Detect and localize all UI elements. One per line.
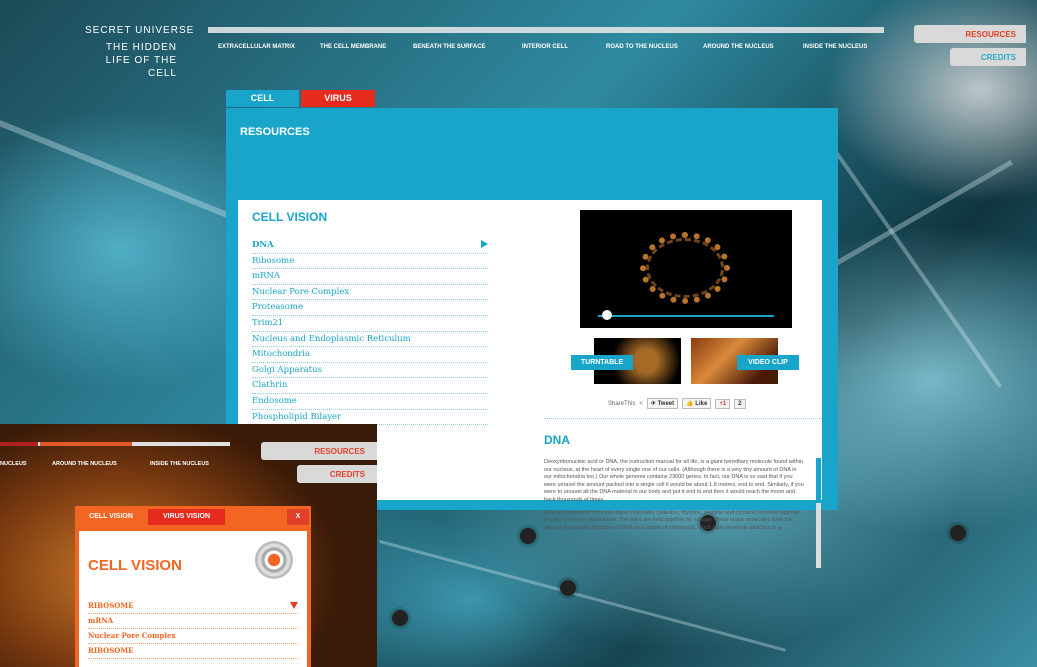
list-item-label: Trim21 <box>252 317 284 328</box>
nav-item-interior-cell[interactable]: INTERIOR CELL <box>522 44 568 50</box>
list-item-label: Endosome <box>252 395 297 406</box>
nav-item-around-nucleus[interactable]: AROUND THE NUCLEUS <box>703 44 774 50</box>
overlay-title: CELL VISION <box>88 557 182 574</box>
list-item-label: Nuclear Pore Complex <box>252 286 350 297</box>
list-item[interactable]: mRNA <box>252 269 488 285</box>
twitter-icon: ✈ <box>650 401 656 407</box>
virus-particle-icon <box>950 525 966 541</box>
panel-title: RESOURCES <box>240 126 310 138</box>
overlay-list-item[interactable]: Nuclear Pore Complex <box>88 629 298 644</box>
overlay-nav-item[interactable]: INSIDE THE NUCLEUS <box>150 461 209 467</box>
tweet-button[interactable]: ✈ Tweet <box>646 398 679 409</box>
app-logo[interactable]: SECRET UNIVERSE THE HIDDEN LIFE OF THE C… <box>85 24 194 80</box>
list-item-label: mRNA <box>252 271 281 282</box>
list-item[interactable]: Endosome <box>252 394 488 410</box>
list-item[interactable]: Ribosome <box>252 254 488 270</box>
gplus-button[interactable]: +1 <box>715 398 731 409</box>
thumbs-up-icon: 👍 <box>686 401 694 407</box>
list-item[interactable]: Trim21 <box>252 316 488 332</box>
scrollbar-thumb[interactable] <box>816 458 821 503</box>
play-icon <box>481 240 488 248</box>
list-item[interactable]: Nuclear Pore Complex <box>252 285 488 301</box>
list-item-label: Phospholipid Bilayer <box>252 411 342 422</box>
nav-item-road-to-nucleus[interactable]: ROAD TO THE NUCLEUS <box>606 44 678 50</box>
detail-title: DNA <box>544 433 570 447</box>
logo-line-1: SECRET UNIVERSE <box>85 25 195 36</box>
list-item-label: Golgi Apparatus <box>252 364 322 375</box>
overlay-nav-item[interactable]: NUCLEUS <box>0 461 27 467</box>
overlay-nav-item[interactable]: AROUND THE NUCLEUS <box>52 461 117 467</box>
overlay-progress-fill <box>0 442 38 446</box>
turntable-button[interactable]: TURNTABLE <box>571 355 633 370</box>
share-icon: < <box>639 400 643 407</box>
virus-particle-icon <box>520 528 536 544</box>
overlay-tab-virus-vision[interactable]: VIRUS VISION <box>148 509 225 525</box>
list-item[interactable]: Proteasome <box>252 300 488 316</box>
video-player[interactable] <box>580 210 792 328</box>
chevron-down-icon[interactable] <box>290 602 298 609</box>
virus-particle-icon <box>560 580 576 596</box>
nav-item-inside-nucleus[interactable]: INSIDE THE NUCLEUS <box>803 44 867 50</box>
list-item-dna[interactable]: DNA <box>252 238 488 254</box>
background-fiber <box>379 540 786 652</box>
overlay-list-item[interactable]: RIBOSOME <box>88 599 298 614</box>
nav-item-beneath-surface[interactable]: BENEATH THE SURFACE <box>413 44 486 50</box>
like-button[interactable]: 👍 Like <box>682 398 712 409</box>
share-count: 2 <box>734 398 746 409</box>
detail-paragraph: DNA is constructed from four base molecu… <box>544 509 800 531</box>
logo-line-2: THE HIDDEN LIFE OF THE CELL <box>105 42 177 79</box>
credits-button[interactable]: CREDITS <box>950 48 1026 66</box>
nav-item-extracellular-matrix[interactable]: EXTRACELLULAR MATRIX <box>218 44 295 50</box>
list-item-label: RIBOSOME <box>88 646 134 655</box>
list-item[interactable]: Clathrin <box>252 378 488 394</box>
chapter-progress-bar[interactable] <box>208 27 884 33</box>
tab-cell[interactable]: CELL <box>226 90 299 107</box>
list-item-label: DNA <box>252 240 274 250</box>
list-item-label: mRNA <box>88 616 114 625</box>
detail-paragraph: Deoxyribonucleic acid or DNA, the instru… <box>544 459 804 503</box>
resource-list: DNA Ribosome mRNA Nuclear Pore Complex P… <box>252 238 488 426</box>
overlay-content: CELL VISION RIBOSOME mRNA Nuclear Pore C… <box>79 531 307 667</box>
close-button[interactable]: X <box>287 509 309 525</box>
nav-item-cell-membrane[interactable]: THE CELL MEMBRANE <box>320 44 386 50</box>
tab-virus[interactable]: VIRUS <box>301 90 375 107</box>
overlay-progress-bar[interactable] <box>0 442 230 446</box>
overlay-progress-fill <box>40 442 132 446</box>
list-item-label: Clathrin <box>252 380 288 391</box>
overlay-screenshot: NUCLEUS AROUND THE NUCLEUS INSIDE THE NU… <box>0 424 377 667</box>
list-item-label: RIBOSOME <box>88 601 134 610</box>
list-item[interactable]: Nucleus and Endoplasmic Reticulum <box>252 332 488 348</box>
overlay-list-item[interactable]: mRNA <box>88 614 298 629</box>
share-bar: ShareThis < ✈ Tweet 👍 Like +1 2 <box>608 398 746 409</box>
list-item[interactable]: Golgi Apparatus <box>252 363 488 379</box>
list-item-label: Proteasome <box>252 302 303 313</box>
list-item[interactable]: Phospholipid Bilayer <box>252 410 488 426</box>
overlay-list: RIBOSOME mRNA Nuclear Pore Complex RIBOS… <box>88 599 298 659</box>
overlay-list-item[interactable]: RIBOSOME <box>88 644 298 659</box>
overlay-tab-cell-vision[interactable]: CELL VISION <box>80 509 142 525</box>
list-item-label: Nuclear Pore Complex <box>88 631 176 640</box>
dna-helix-image <box>646 238 724 298</box>
like-label: Like <box>695 401 708 407</box>
resources-button[interactable]: RESOURCES <box>914 25 1026 43</box>
detail-scrollbar[interactable] <box>816 458 821 568</box>
overlay-credits-button[interactable]: CREDITS <box>297 465 377 483</box>
detail-text: Deoxyribonucleic acid or DNA, the instru… <box>544 459 804 537</box>
video-scrubber-handle[interactable] <box>602 310 612 320</box>
sharethis-label[interactable]: ShareThis <box>608 401 635 407</box>
cell-vision-heading: CELL VISION <box>252 210 328 224</box>
list-item-label: Mitochondria <box>252 349 311 360</box>
background-fiber <box>826 140 1003 389</box>
video-scrubber[interactable] <box>598 315 774 317</box>
list-item[interactable]: Mitochondria <box>252 347 488 363</box>
divider <box>544 418 822 419</box>
list-item-label: Ribosome <box>252 255 295 266</box>
virus-particle-icon <box>392 610 408 626</box>
tweet-label: Tweet <box>657 401 675 407</box>
list-item-label: Nucleus and Endoplasmic Reticulum <box>252 333 411 344</box>
video-clip-button[interactable]: VIDEO CLIP <box>737 355 799 370</box>
target-icon <box>255 541 293 579</box>
overlay-resources-button[interactable]: RESOURCES <box>261 442 377 460</box>
